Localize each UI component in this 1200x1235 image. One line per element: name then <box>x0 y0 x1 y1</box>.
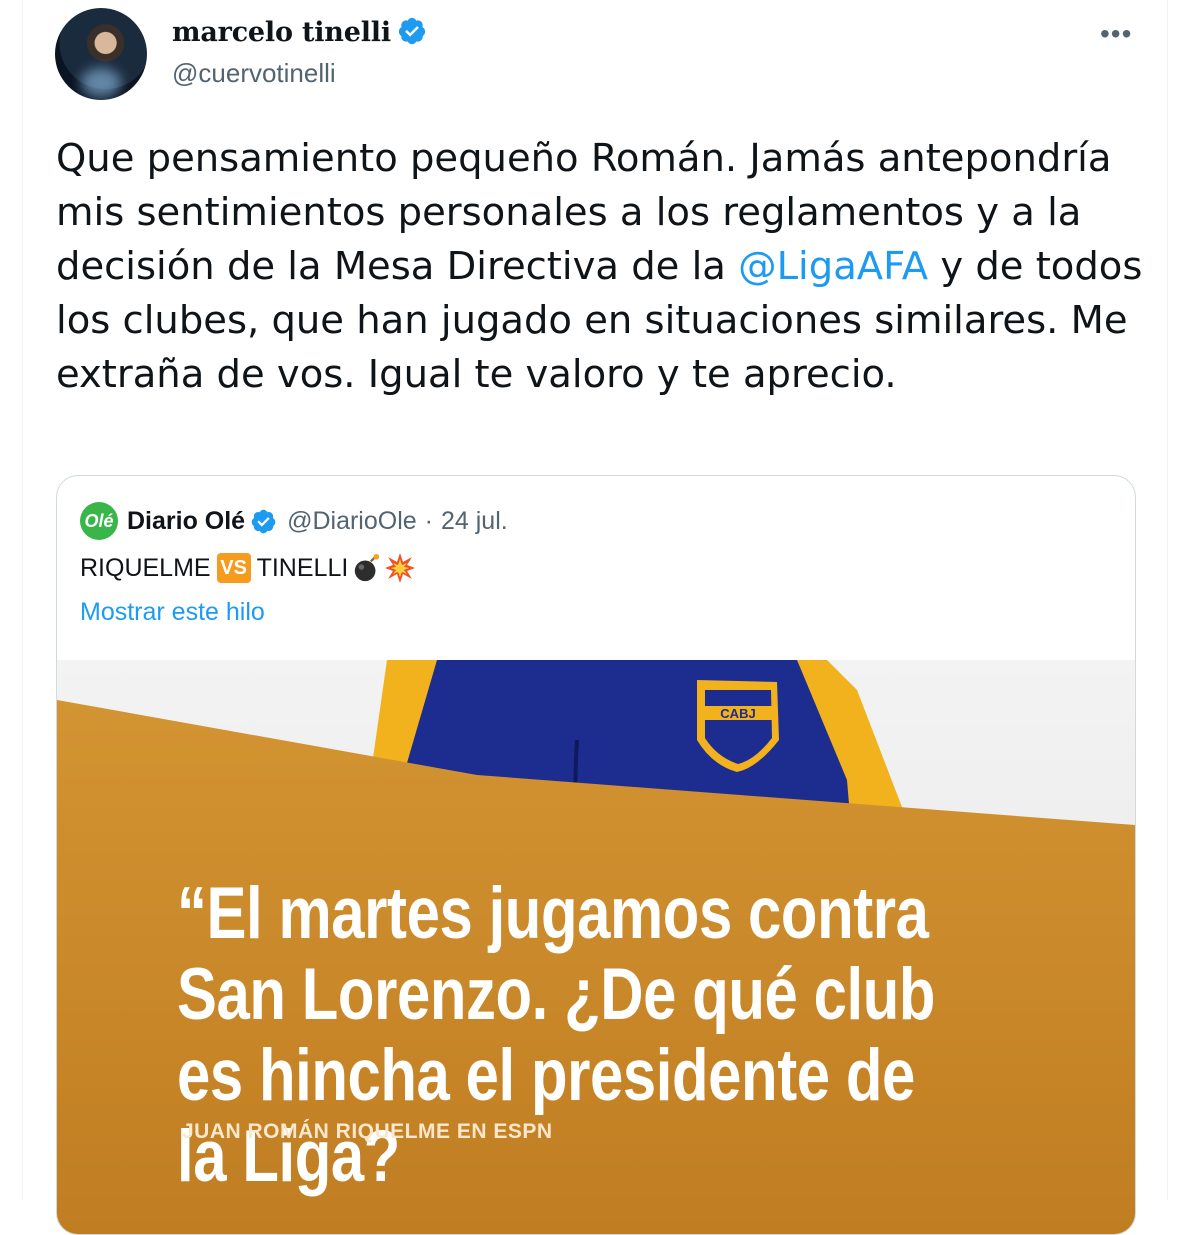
quoted-tweet[interactable]: Olé Diario Olé @DiarioOle · 24 jul. RIQU… <box>56 475 1136 1235</box>
bomb-emoji-icon <box>355 553 380 582</box>
media-headline: “El martes jugamos contra San Lorenzo. ¿… <box>177 873 936 1197</box>
collision-emoji-icon <box>385 553 416 583</box>
quoted-text-left: RIQUELME <box>80 553 211 582</box>
author-name[interactable]: marcelo tinelli <box>172 16 427 48</box>
more-options-icon[interactable]: ••• <box>1100 20 1132 48</box>
author-name-text[interactable]: marcelo tinelli <box>172 17 391 48</box>
author-handle[interactable]: @cuervotinelli <box>172 58 336 89</box>
verified-badge-icon <box>398 17 426 45</box>
author-avatar[interactable] <box>55 8 147 100</box>
quoted-header: Olé Diario Olé @DiarioOle · 24 jul. <box>80 502 508 540</box>
quoted-author-name: Diario Olé <box>127 506 246 535</box>
quoted-text-right: TINELLI <box>256 553 349 582</box>
quoted-handle: @DiarioOle <box>287 506 417 535</box>
quoted-text: RIQUELME VS TINELLI <box>80 552 416 584</box>
quoted-date: 24 jul. <box>441 506 508 535</box>
quoted-media-image[interactable]: CABJ “El martes jugamos contra San Loren… <box>57 660 1135 1234</box>
mention-link[interactable]: @LigaAFA <box>738 244 928 289</box>
verified-badge-icon <box>251 509 276 533</box>
show-thread-link[interactable]: Mostrar este hilo <box>80 598 265 627</box>
media-attribution: JUAN ROMÁN RIQUELME EN ESPN <box>182 1120 553 1143</box>
crest-text: CABJ <box>720 706 755 721</box>
ole-logo-icon: Olé <box>80 502 118 540</box>
vs-emoji-icon: VS <box>216 553 251 583</box>
quoted-separator: · <box>424 506 433 535</box>
tweet-text: Que pensamiento pequeño Román. Jamás ant… <box>56 132 1146 402</box>
